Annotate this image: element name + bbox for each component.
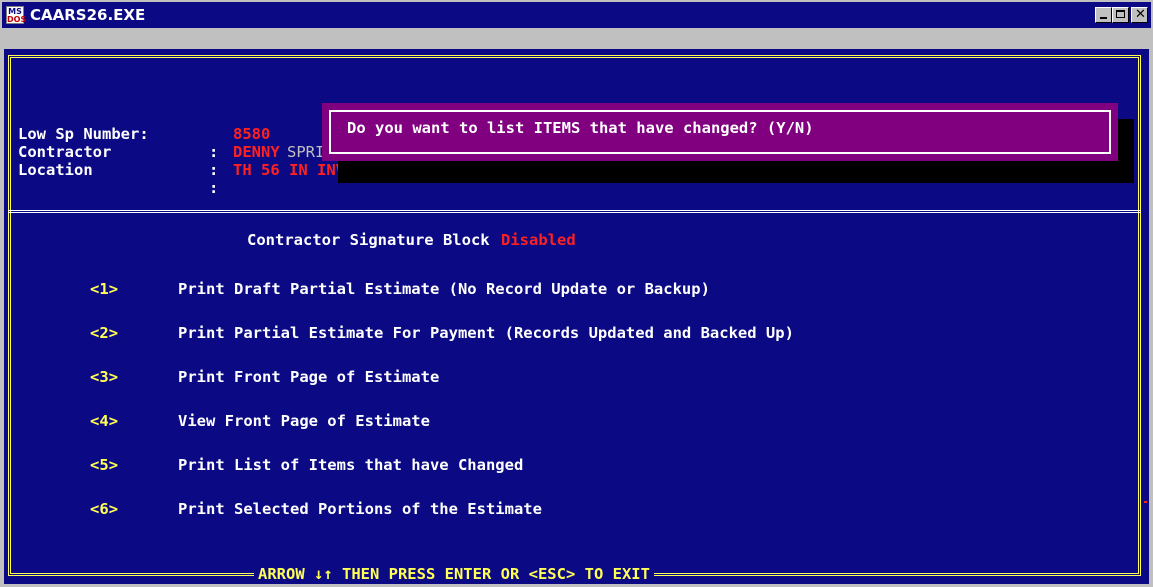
low-sp-label: Low Sp Number:	[18, 125, 149, 143]
signature-block-status: Disabled	[501, 231, 576, 249]
low-sp-value: 8580	[233, 125, 271, 143]
option-key: <2>	[90, 324, 119, 342]
title-bar[interactable]: MS DOS CAARS26.EXE ✕	[2, 2, 1151, 28]
footer-hint: ARROW ↓↑ THEN PRESS ENTER OR <ESC> TO EX…	[254, 564, 654, 584]
confirm-dialog[interactable]: Do you want to list ITEMS that have chan…	[322, 103, 1118, 161]
option-label: Print List of Items that have Changed	[178, 456, 524, 474]
section-divider	[8, 210, 1141, 213]
console-area[interactable]: Notes Contractor Signature Block Low Sp …	[4, 29, 1149, 584]
option-key: <5>	[90, 456, 119, 474]
minimize-icon	[1100, 17, 1107, 19]
window-title: CAARS26.EXE	[30, 6, 146, 24]
option-label: Print Partial Estimate For Payment (Reco…	[178, 324, 794, 342]
menu-option-4[interactable]: <4> View Front Page of Estimate	[90, 411, 1130, 433]
msdos-app-icon[interactable]: MS DOS	[6, 6, 27, 24]
contractor-value-highlight: DENNY	[233, 143, 280, 161]
menu-option-5[interactable]: <5> Print List of Items that have Changed	[90, 455, 1130, 477]
option-key: <4>	[90, 412, 119, 430]
option-key: <3>	[90, 368, 119, 386]
menu-bar: Notes Contractor Signature Block	[4, 29, 1149, 68]
menu-option-6[interactable]: <6> Print Selected Portions of the Estima…	[90, 499, 1130, 521]
menu-option-1[interactable]: <1> Print Draft Partial Estimate (No Reco…	[90, 279, 1130, 301]
option-label: Print Front Page of Estimate	[178, 368, 440, 386]
close-button[interactable]: ✕	[1131, 7, 1148, 23]
option-key: <1>	[90, 280, 119, 298]
option-label: Print Selected Portions of the Estimate	[178, 500, 542, 518]
option-label: Print Draft Partial Estimate (No Record …	[178, 280, 710, 298]
contractor-colon: :	[209, 143, 219, 161]
text-cursor	[1144, 501, 1147, 503]
location-label: Location	[18, 161, 93, 179]
signature-block-label: Contractor Signature Block	[247, 231, 490, 249]
extra-colon: :	[209, 179, 219, 197]
icon-text-bottom: DOS	[7, 15, 27, 24]
minimize-button[interactable]	[1095, 7, 1112, 23]
option-label: View Front Page of Estimate	[178, 412, 430, 430]
app-window: MS DOS CAARS26.EXE ✕ Notes Contractor Si…	[0, 0, 1153, 587]
contractor-label: Contractor	[18, 143, 112, 161]
menu-option-3[interactable]: <3> Print Front Page of Estimate	[90, 367, 1130, 389]
maximize-button[interactable]	[1112, 7, 1129, 23]
dialog-prompt: Do you want to list ITEMS that have chan…	[347, 119, 814, 137]
location-colon: :	[209, 161, 219, 179]
maximize-icon	[1116, 10, 1125, 18]
option-key: <6>	[90, 500, 119, 518]
menu-option-2[interactable]: <2> Print Partial Estimate For Payment (R…	[90, 323, 1130, 345]
close-icon: ✕	[1135, 7, 1146, 22]
